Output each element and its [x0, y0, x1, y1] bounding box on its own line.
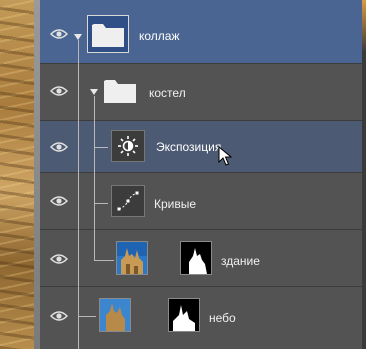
layer-name: здание: [221, 254, 260, 268]
layer-name: коллаж: [139, 29, 180, 43]
layer-name: Экспозиция: [156, 140, 222, 154]
panel-edge: [362, 0, 366, 349]
tree-connector: [78, 40, 79, 349]
visibility-eye-icon[interactable]: [50, 28, 68, 40]
layer-mask-thumbnail: [180, 241, 212, 275]
tree-connector: [78, 316, 96, 317]
exposure-icon: [111, 130, 145, 162]
canvas-photo-edge: [0, 0, 40, 349]
layer-row-kostel[interactable]: костел: [40, 64, 362, 121]
layers-panel: коллаж костел Экспозиция Кривые здание н…: [40, 0, 362, 349]
layer-image-thumbnail: [116, 241, 148, 275]
tree-connector: [94, 96, 95, 260]
layer-row-building[interactable]: здание: [40, 230, 362, 287]
tree-connector: [94, 203, 108, 204]
visibility-eye-icon[interactable]: [50, 141, 68, 153]
layer-row-collage[interactable]: коллаж: [40, 0, 362, 64]
visibility-eye-icon[interactable]: [50, 310, 68, 322]
layer-name: костел: [149, 86, 186, 100]
mouse-cursor-icon: [218, 146, 232, 166]
layer-mask-thumbnail: [168, 298, 200, 332]
visibility-eye-icon[interactable]: [50, 253, 68, 265]
layer-row-exposure[interactable]: Экспозиция: [40, 121, 362, 173]
tree-connector: [94, 147, 108, 148]
layer-row-curves[interactable]: Кривые: [40, 173, 362, 230]
folder-icon: [87, 15, 129, 53]
visibility-eye-icon[interactable]: [50, 195, 68, 207]
layer-image-thumbnail: [99, 298, 131, 332]
tree-connector: [94, 260, 114, 261]
folder-icon: [100, 72, 142, 110]
layer-name: Кривые: [154, 197, 197, 211]
curves-icon: [111, 185, 145, 217]
expand-caret-icon[interactable]: [90, 89, 98, 95]
visibility-eye-icon[interactable]: [50, 85, 68, 97]
layer-row-sky[interactable]: небо: [40, 287, 362, 349]
layer-name: небо: [209, 311, 236, 325]
